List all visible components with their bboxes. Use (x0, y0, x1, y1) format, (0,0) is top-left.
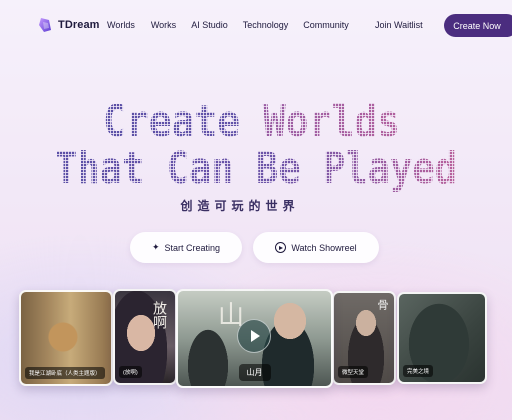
work-card-label: 完美之境 (403, 365, 434, 377)
watch-showreel-label: Watch Showreel (291, 242, 357, 253)
work-card-label: 我是江湖卧底（人类主题版） (25, 367, 105, 379)
play-icon[interactable] (237, 319, 271, 353)
nav-link-technology[interactable]: Technology (243, 20, 289, 30)
hero-subtitle: 创造可玩的世界 (180, 199, 300, 213)
work-card-5[interactable]: 完美之境 (397, 292, 487, 384)
sparkle-icon: ✦ (151, 242, 160, 252)
create-now-label: Create Now (453, 20, 501, 31)
hero-title: Create Worlds That Can Be Played (55, 96, 457, 194)
work-card-featured[interactable]: 山 山月 (176, 289, 333, 388)
work-card-title: 放啊 (151, 301, 167, 329)
nav-link-ai-studio[interactable]: AI Studio (191, 20, 228, 30)
nav-link-works[interactable]: Works (151, 20, 176, 30)
start-creating-label: Start Creating (164, 242, 221, 253)
watch-showreel-button[interactable]: Watch Showreel (253, 232, 379, 263)
nav-links: Worlds Works AI Studio Technology Commun… (107, 20, 349, 30)
start-creating-button[interactable]: ✦ Start Creating (130, 232, 242, 263)
work-card-label: (放啊) (119, 366, 142, 378)
hero-line-1: Create Worlds (103, 96, 400, 147)
hero-line-2: That Can Be Played (55, 143, 457, 194)
brand[interactable]: TDream (38, 17, 100, 33)
work-card-label: 山月 (238, 364, 271, 381)
work-card-label: 微型天堂 (338, 366, 369, 378)
nav-link-community[interactable]: Community (303, 20, 349, 30)
top-nav: TDream Worlds Works AI Studio Technology… (0, 0, 512, 50)
work-card-2[interactable]: 放啊 (放啊) (113, 289, 177, 385)
create-now-button[interactable]: Create Now (444, 14, 512, 37)
nav-link-worlds[interactable]: Worlds (107, 20, 135, 30)
tdream-logo-icon (39, 18, 51, 32)
work-card-title: 骨 (376, 299, 389, 310)
brand-name: TDream (58, 19, 100, 31)
join-waitlist-link[interactable]: Join Waitlist (375, 20, 423, 30)
work-card-4[interactable]: 骨 微型天堂 (332, 291, 396, 385)
hero-line-1-create: Create (103, 96, 263, 147)
hero-line-1-worlds: Worlds (263, 96, 400, 147)
play-icon (275, 242, 287, 253)
work-card-1[interactable]: 我是江湖卧底（人类主题版） (19, 290, 113, 386)
